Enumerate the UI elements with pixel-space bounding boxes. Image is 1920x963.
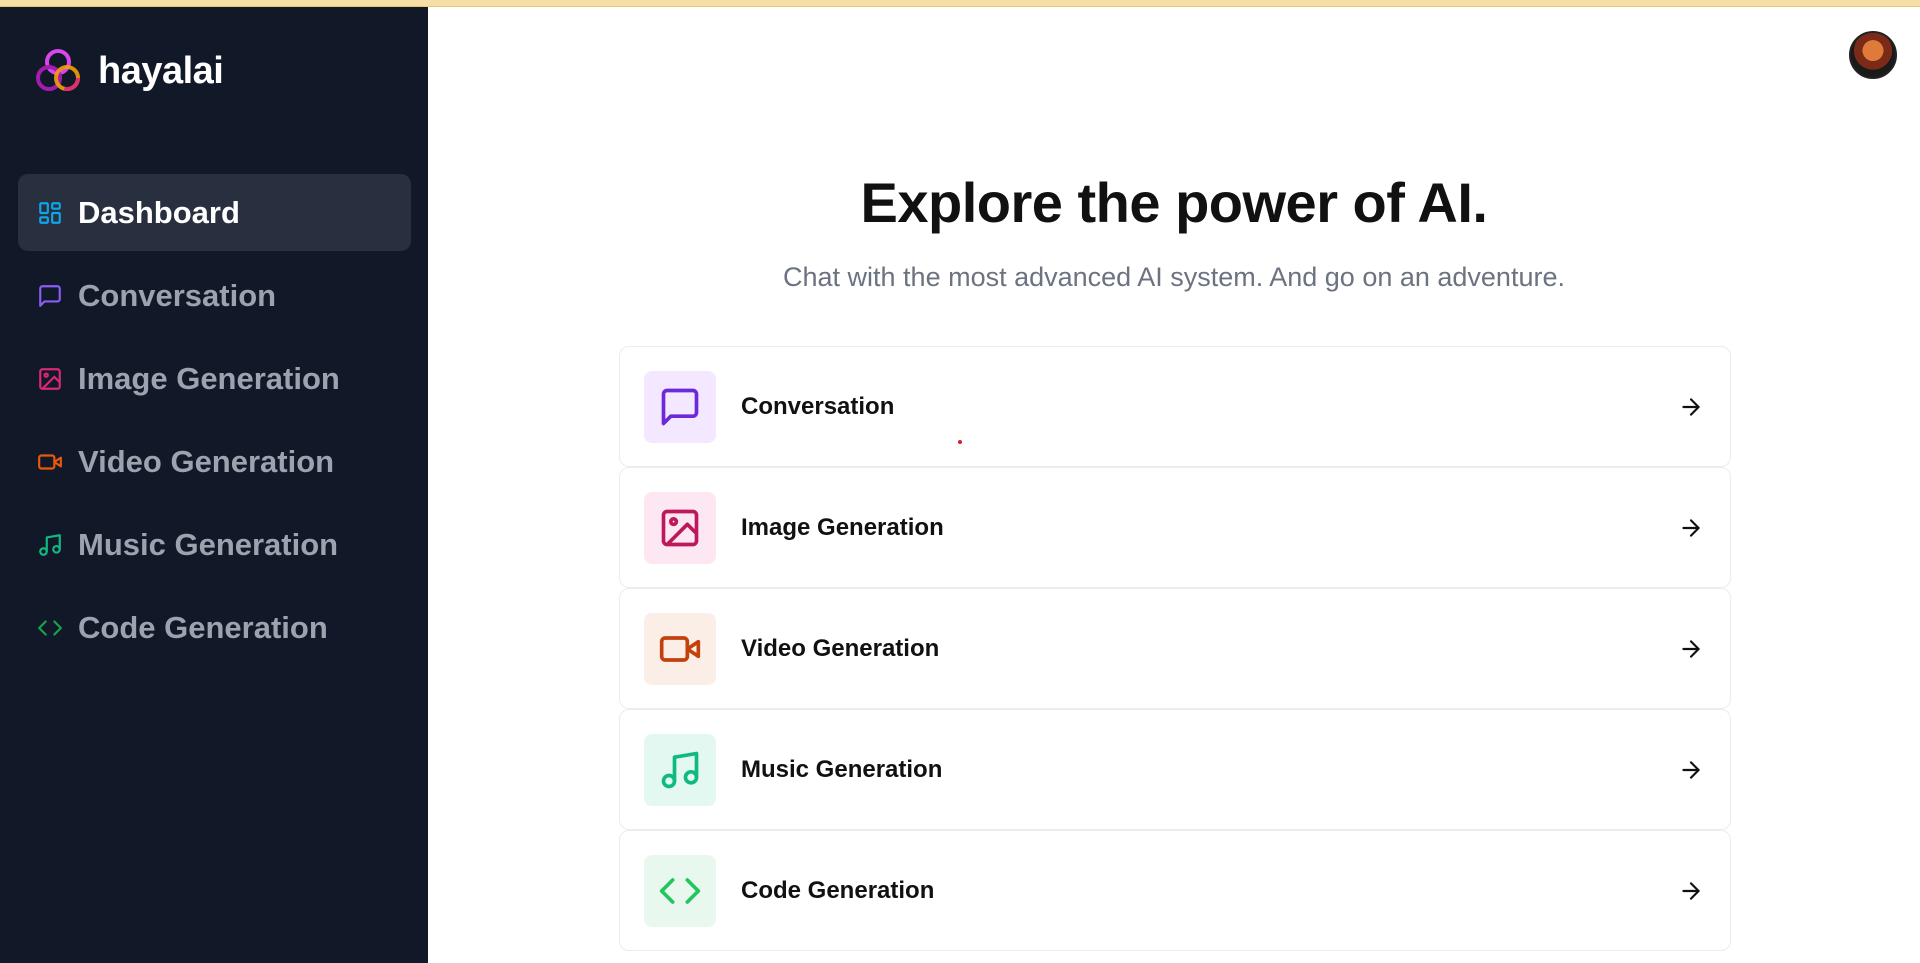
sidebar-item-music-generation[interactable]: Music Generation bbox=[18, 506, 411, 583]
sidebar-item-label: Code Generation bbox=[78, 609, 328, 645]
sidebar-item-video-generation[interactable]: Video Generation bbox=[18, 423, 411, 500]
code-brackets-icon bbox=[644, 854, 716, 927]
sidebar-item-label: Image Generation bbox=[78, 360, 340, 396]
arrow-right-icon bbox=[1676, 392, 1706, 422]
tool-card-label: Conversation bbox=[741, 392, 895, 420]
tool-card-label: Video Generation bbox=[741, 634, 940, 662]
sidebar-item-dashboard[interactable]: Dashboard bbox=[18, 174, 411, 251]
tool-card-label: Music Generation bbox=[741, 755, 943, 783]
sidebar-item-label: Conversation bbox=[78, 277, 277, 313]
user-avatar[interactable] bbox=[1849, 31, 1897, 79]
page-subtitle: Chat with the most advanced AI system. A… bbox=[783, 262, 1565, 292]
video-camera-icon bbox=[644, 612, 716, 685]
sidebar-item-image-generation[interactable]: Image Generation bbox=[18, 340, 411, 417]
arrow-right-icon bbox=[1676, 513, 1706, 543]
sidebar-item-code-generation[interactable]: Code Generation bbox=[18, 589, 411, 666]
cursor-dot bbox=[958, 440, 962, 444]
music-note-icon bbox=[644, 733, 716, 806]
tool-card-label: Code Generation bbox=[741, 876, 935, 904]
sidebar: hayalai Dashboard Conversation Image Gen… bbox=[0, 7, 428, 963]
message-square-icon bbox=[36, 282, 64, 310]
top-border bbox=[0, 0, 1920, 7]
dashboard-grid-icon bbox=[36, 199, 64, 227]
triple-rings-logo-icon bbox=[34, 47, 82, 95]
arrow-right-icon bbox=[1676, 634, 1706, 664]
sidebar-item-label: Music Generation bbox=[78, 526, 339, 562]
sidebar-item-label: Video Generation bbox=[78, 443, 335, 479]
tool-card-image-generation[interactable]: Image Generation bbox=[619, 467, 1731, 588]
brand-name: hayalai bbox=[98, 49, 224, 92]
tool-card-music-generation[interactable]: Music Generation bbox=[619, 709, 1731, 830]
sidebar-item-conversation[interactable]: Conversation bbox=[18, 257, 411, 334]
arrow-right-icon bbox=[1676, 755, 1706, 785]
image-icon bbox=[644, 491, 716, 564]
brand[interactable]: hayalai bbox=[34, 43, 224, 99]
tool-card-code-generation[interactable]: Code Generation bbox=[619, 830, 1731, 951]
sidebar-nav: Dashboard Conversation Image Generation bbox=[18, 174, 411, 672]
code-brackets-icon bbox=[36, 614, 64, 642]
tool-card-label: Image Generation bbox=[741, 513, 944, 541]
tool-cards: Conversation Image Generation Video Gene… bbox=[619, 346, 1731, 951]
page-title: Explore the power of AI. bbox=[860, 171, 1488, 234]
arrow-right-icon bbox=[1676, 876, 1706, 906]
sidebar-item-label: Dashboard bbox=[78, 194, 240, 230]
video-camera-icon bbox=[36, 448, 64, 476]
image-icon bbox=[36, 365, 64, 393]
music-note-icon bbox=[36, 531, 64, 559]
tool-card-video-generation[interactable]: Video Generation bbox=[619, 588, 1731, 709]
tool-card-conversation[interactable]: Conversation bbox=[619, 346, 1731, 467]
message-square-icon bbox=[644, 370, 716, 443]
